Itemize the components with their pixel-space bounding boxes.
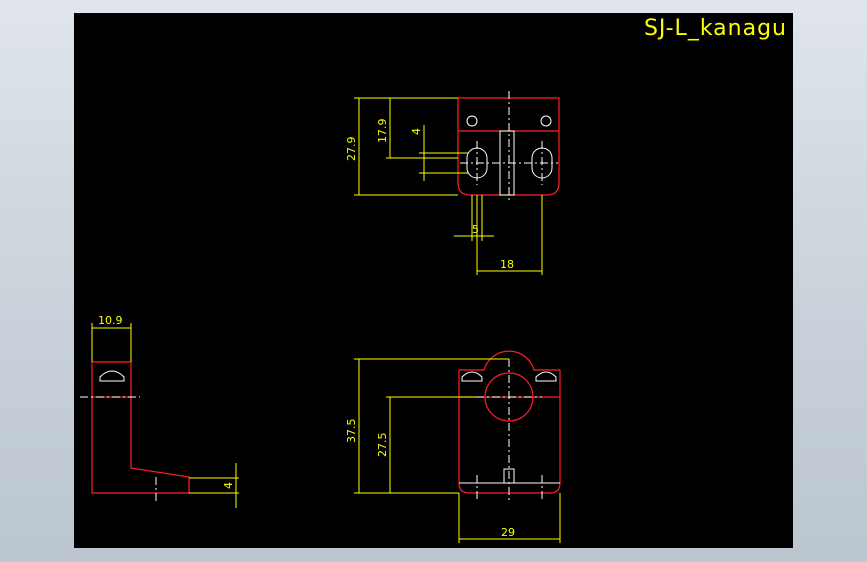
- cad-drawing: 27.9 17.9 4 5 18 10.9 4 37.5 27.5 29: [80, 91, 561, 543]
- dim-27-5: 27.5: [376, 433, 389, 458]
- top-view: 27.9 17.9 4 5 18: [345, 91, 560, 275]
- top-view-hole-right: [540, 115, 552, 127]
- dim-27-9: 27.9: [345, 137, 358, 162]
- drawing-viewport[interactable]: 27.9 17.9 4 5 18 10.9 4 37.5 27.5 29 SJ-…: [74, 13, 793, 548]
- dim-4-top: 4: [410, 128, 423, 135]
- drawing-title: SJ-L_kanagu: [643, 16, 787, 41]
- side-view-cap: [99, 370, 125, 382]
- top-view-hole-left: [466, 115, 478, 127]
- side-view: 10.9 4: [80, 314, 239, 508]
- front-view-cap-left: [461, 371, 483, 382]
- dim-5: 5: [472, 223, 479, 236]
- dim-18: 18: [500, 258, 514, 271]
- front-view-cap-right: [535, 371, 557, 382]
- front-view: 37.5 27.5 29: [345, 350, 561, 543]
- dim-10-9: 10.9: [98, 314, 123, 327]
- dim-4-side: 4: [222, 482, 235, 489]
- dim-29: 29: [501, 526, 515, 539]
- dim-37-5: 37.5: [345, 419, 358, 444]
- side-view-outline: [91, 361, 190, 494]
- dim-17-9: 17.9: [376, 119, 389, 144]
